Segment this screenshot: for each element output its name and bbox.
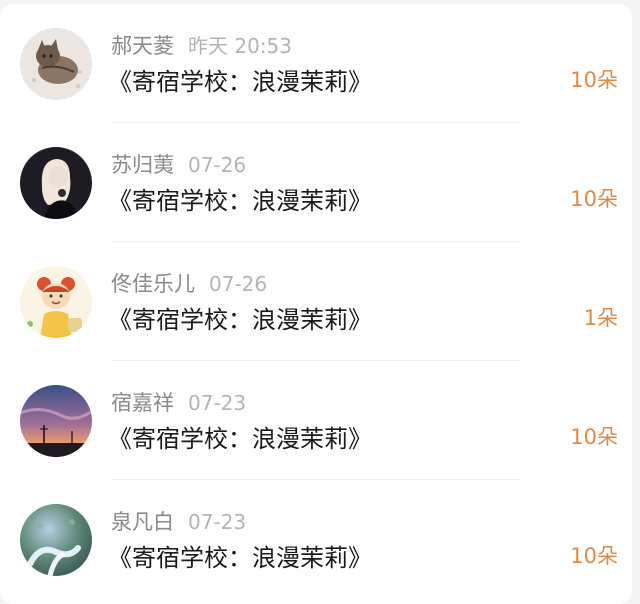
user-name[interactable]: 郝天菱 [111,34,174,58]
sunset-sky-avatar-icon [20,385,92,457]
flower-count: 10朵 [570,425,618,449]
flower-count: 10朵 [570,544,618,568]
name-line: 郝天菱 昨天 20:53 [111,32,292,60]
list-item[interactable]: 泉凡白 07-23 《寄宿学校：浪漫茉莉》 10朵 [0,480,632,599]
avatar[interactable] [20,385,92,457]
peacock-avatar-icon [20,504,92,576]
list-item[interactable]: 佟佳乐儿 07-26 《寄宿学校：浪漫茉莉》 1朵 [0,242,632,361]
user-name[interactable]: 苏归荑 [111,153,174,177]
avatar[interactable] [20,147,92,219]
timestamp: 07-26 [188,153,247,177]
timestamp: 07-23 [188,391,247,415]
book-title[interactable]: 《寄宿学校：浪漫茉莉》 [108,184,372,218]
book-title[interactable]: 《寄宿学校：浪漫茉莉》 [108,422,372,456]
timestamp: 07-23 [188,510,247,534]
name-line: 苏归荑 07-26 [111,151,246,179]
flower-count: 10朵 [570,68,618,92]
book-title[interactable]: 《寄宿学校：浪漫茉莉》 [108,65,372,99]
flower-count: 1朵 [583,306,618,330]
avatar[interactable] [20,504,92,576]
cat-avatar-icon [20,28,92,100]
book-title[interactable]: 《寄宿学校：浪漫茉莉》 [108,541,372,575]
user-name[interactable]: 宿嘉祥 [111,391,174,415]
user-name[interactable]: 泉凡白 [111,510,174,534]
timestamp: 昨天 20:53 [188,34,292,58]
list-item[interactable]: 苏归荑 07-26 《寄宿学校：浪漫茉莉》 10朵 [0,123,632,242]
user-name[interactable]: 佟佳乐儿 [111,272,195,296]
gift-list-card: 郝天菱 昨天 20:53 《寄宿学校：浪漫茉莉》 10朵 苏归荑 07-26 《寄宿… [0,4,632,604]
list-item[interactable]: 宿嘉祥 07-23 《寄宿学校：浪漫茉莉》 10朵 [0,361,632,480]
list-item[interactable]: 郝天菱 昨天 20:53 《寄宿学校：浪漫茉莉》 10朵 [0,4,632,123]
cartoon-girl-avatar-icon [20,266,92,338]
name-line: 泉凡白 07-23 [111,508,246,536]
blonde-girl-avatar-icon [20,147,92,219]
avatar[interactable] [20,28,92,100]
flower-count: 10朵 [570,187,618,211]
name-line: 佟佳乐儿 07-26 [111,270,267,298]
avatar[interactable] [20,266,92,338]
name-line: 宿嘉祥 07-23 [111,389,246,417]
timestamp: 07-26 [209,272,268,296]
book-title[interactable]: 《寄宿学校：浪漫茉莉》 [108,303,372,337]
